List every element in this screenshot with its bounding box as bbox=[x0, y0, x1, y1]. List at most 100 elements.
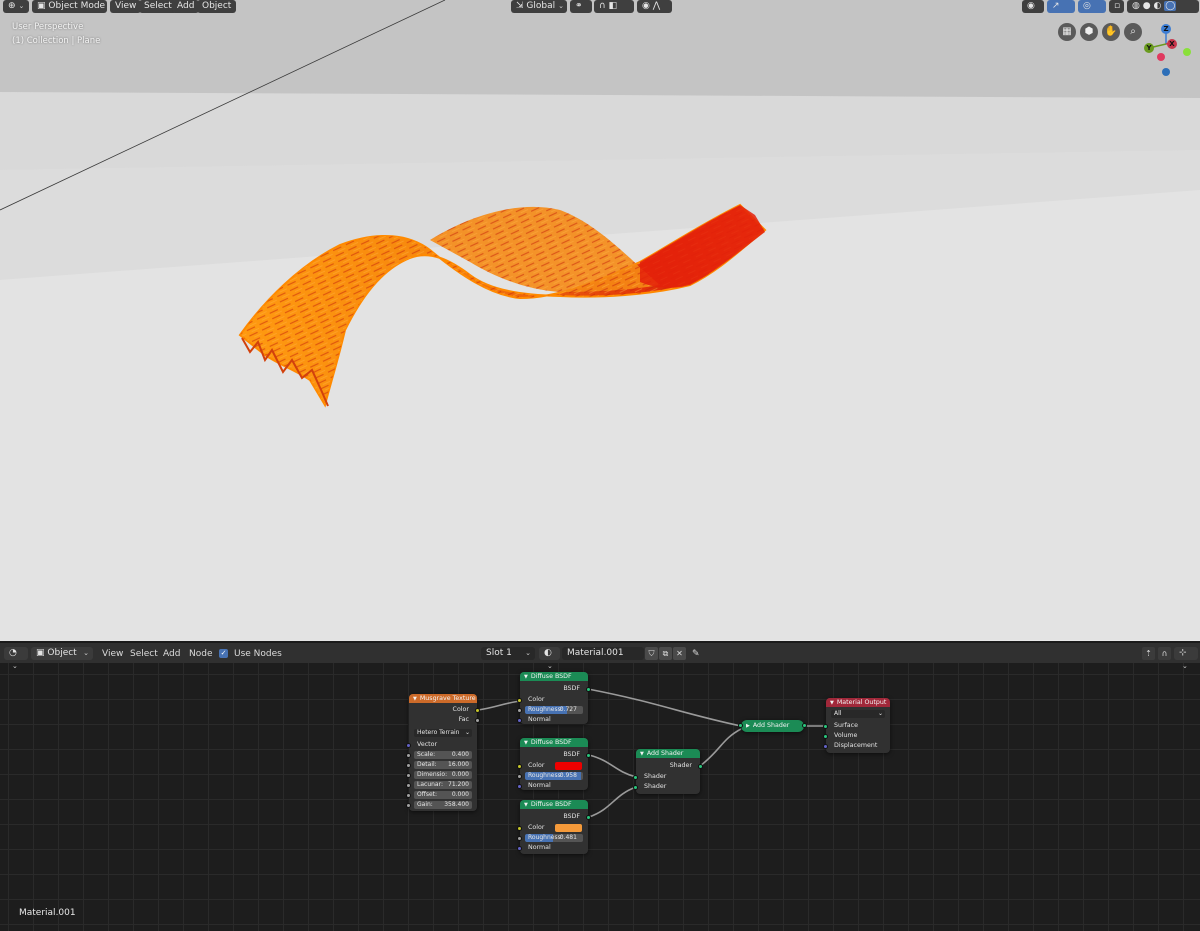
input-socket[interactable] bbox=[406, 753, 411, 758]
node-header[interactable]: ▼ Diffuse BSDF bbox=[520, 672, 588, 681]
input-socket[interactable] bbox=[633, 785, 638, 790]
input-socket[interactable] bbox=[406, 803, 411, 808]
input-socket[interactable] bbox=[517, 764, 522, 769]
output-socket[interactable] bbox=[802, 723, 807, 728]
input-socket[interactable] bbox=[406, 793, 411, 798]
gizmo-x-axis[interactable]: X bbox=[1167, 39, 1177, 49]
gain-field[interactable]: Gain: 358.400 bbox=[414, 801, 472, 809]
wireframe-shading-icon[interactable]: ◍ bbox=[1132, 1, 1140, 11]
node-header[interactable]: ▼ Diffuse BSDF bbox=[520, 738, 588, 747]
menu-view[interactable]: View bbox=[110, 0, 142, 13]
detail-field[interactable]: Detail: 16.000 bbox=[414, 761, 472, 769]
expand-icon[interactable]: ▶ bbox=[746, 723, 750, 729]
node-header[interactable]: ▼ Add Shader bbox=[636, 749, 700, 758]
collapse-icon[interactable]: ▼ bbox=[640, 751, 644, 757]
scale-field[interactable]: Scale: 0.400 bbox=[414, 751, 472, 759]
shader-node-editor[interactable]: ◔⌄ ▣ Object ⌄ View Select Add Node ✓ Use… bbox=[0, 641, 1200, 931]
input-socket[interactable] bbox=[406, 773, 411, 778]
input-socket[interactable] bbox=[633, 775, 638, 780]
hand-icon[interactable]: ✋ bbox=[1102, 23, 1120, 41]
orientation-select[interactable]: ⇲ Global ⌄ bbox=[511, 0, 567, 13]
collapse-icon[interactable]: ▼ bbox=[830, 700, 834, 706]
input-socket[interactable] bbox=[406, 743, 411, 748]
diffuse-bsdf-node[interactable]: ▼ Diffuse BSDF BSDF Color Roughness:0.958… bbox=[517, 738, 591, 790]
output-socket[interactable] bbox=[586, 815, 591, 820]
solid-shading-icon[interactable]: ● bbox=[1143, 1, 1151, 11]
input-socket[interactable] bbox=[517, 774, 522, 779]
material-output-node[interactable]: ▼ Material Output All ⌄ Surface Volume Di… bbox=[823, 698, 890, 753]
collapse-icon[interactable]: ▼ bbox=[413, 696, 417, 702]
collapse-icon[interactable]: ▼ bbox=[524, 674, 528, 680]
viewport-collection-label: (1) Collection | Plane bbox=[12, 36, 101, 46]
gizmo-z-axis[interactable]: Z bbox=[1161, 24, 1171, 34]
input-socket[interactable] bbox=[517, 784, 522, 789]
proportional-edit-button[interactable]: ◉ ⋀ bbox=[637, 0, 672, 13]
input-socket[interactable] bbox=[406, 783, 411, 788]
input-socket[interactable] bbox=[517, 718, 522, 723]
material-shading-icon[interactable]: ◐ bbox=[1153, 1, 1161, 11]
color-swatch[interactable] bbox=[555, 762, 582, 770]
input-socket[interactable] bbox=[823, 724, 828, 729]
collapse-icon[interactable]: ▼ bbox=[524, 802, 528, 808]
diffuse-bsdf-node[interactable]: ▼ Diffuse BSDF BSDF Color Roughness:0.727… bbox=[517, 672, 591, 724]
gizmo-toggle[interactable]: ↗ bbox=[1047, 0, 1075, 13]
input-socket[interactable] bbox=[738, 723, 743, 728]
roughness-slider[interactable]: Roughness:0.958 bbox=[525, 772, 583, 780]
node-header[interactable]: ▶ Add Shader bbox=[741, 720, 804, 732]
input-socket[interactable] bbox=[517, 836, 522, 841]
menu-object[interactable]: Object bbox=[197, 0, 237, 13]
grid-icon[interactable]: ▦ bbox=[1058, 23, 1076, 41]
rendered-shading-icon[interactable]: ◯ bbox=[1164, 1, 1177, 11]
input-socket[interactable] bbox=[406, 763, 411, 768]
node-header[interactable]: ▼ Diffuse BSDF bbox=[520, 800, 588, 809]
musgrave-texture-node[interactable]: ▼ Musgrave Texture Color Fac Hetero Terra… bbox=[406, 694, 480, 811]
output-socket[interactable] bbox=[586, 753, 591, 758]
gizmo-y-axis[interactable]: Y bbox=[1144, 43, 1154, 53]
roughness-slider[interactable]: Roughness:0.727 bbox=[525, 706, 583, 714]
field-value: 0.958 bbox=[559, 772, 577, 779]
dimension-field[interactable]: Dimensio: 0.000 bbox=[414, 771, 472, 779]
output-socket[interactable] bbox=[475, 708, 480, 713]
snap-settings-button[interactable]: ∩ ◧ bbox=[594, 0, 634, 13]
offset-field[interactable]: Offset: 0.000 bbox=[414, 791, 472, 799]
navigation-gizmo[interactable]: Z Y X bbox=[1135, 20, 1197, 80]
xray-toggle[interactable]: ▫ bbox=[1109, 0, 1124, 13]
lacunarity-field[interactable]: Lacunar: 71.200 bbox=[414, 781, 472, 789]
input-socket[interactable] bbox=[517, 698, 522, 703]
overlay-toggle[interactable]: ◎ bbox=[1078, 0, 1106, 13]
node-header[interactable]: ▼ Material Output bbox=[826, 698, 890, 707]
mode-select[interactable]: ▣ Object Mode⌄ bbox=[32, 0, 114, 13]
input-normal-label: Normal bbox=[528, 782, 551, 789]
color-swatch[interactable] bbox=[555, 824, 582, 832]
gizmo-neg-x-axis[interactable] bbox=[1183, 48, 1191, 56]
output-target-select[interactable]: All ⌄ bbox=[831, 710, 885, 718]
collapse-icon[interactable]: ▼ bbox=[524, 740, 528, 746]
output-bsdf-label: BSDF bbox=[563, 751, 580, 758]
editor-type-button[interactable]: ⊕ ⌄ bbox=[3, 0, 29, 13]
gizmo-neg-y-axis[interactable] bbox=[1157, 53, 1165, 61]
camera-icon[interactable]: ⬢ bbox=[1080, 23, 1098, 41]
output-socket[interactable] bbox=[475, 718, 480, 723]
snap-button[interactable]: ⚭ bbox=[570, 0, 592, 13]
output-socket[interactable] bbox=[586, 687, 591, 692]
node-header[interactable]: ▼ Musgrave Texture bbox=[409, 694, 477, 703]
output-socket[interactable] bbox=[698, 764, 703, 769]
input-socket[interactable] bbox=[517, 826, 522, 831]
visibility-button[interactable]: ◉ bbox=[1022, 0, 1044, 13]
input-socket[interactable] bbox=[823, 744, 828, 749]
musgrave-type-select[interactable]: Hetero Terrain ⌄ bbox=[414, 729, 472, 737]
input-socket[interactable] bbox=[823, 734, 828, 739]
input-socket[interactable] bbox=[517, 708, 522, 713]
menu-add[interactable]: Add bbox=[172, 0, 200, 13]
roughness-slider[interactable]: Roughness:0.481 bbox=[525, 834, 583, 842]
add-shader-node[interactable]: ▼ Add Shader Shader Shader Shader bbox=[633, 749, 703, 794]
add-shader-node-collapsed[interactable]: ▶ Add Shader bbox=[738, 720, 807, 732]
node-title: Musgrave Texture bbox=[419, 695, 476, 702]
3d-viewport[interactable]: ⊕⌄ ▣ Object Mode⌄ View Select Add Object… bbox=[0, 0, 1200, 641]
chevron-down-icon: ⌄ bbox=[558, 2, 565, 10]
input-socket[interactable] bbox=[517, 846, 522, 851]
gizmo-neg-z-axis[interactable] bbox=[1162, 68, 1170, 76]
input-displacement-label: Displacement bbox=[834, 742, 878, 749]
field-value: 71.200 bbox=[448, 781, 469, 788]
diffuse-bsdf-node[interactable]: ▼ Diffuse BSDF BSDF Color Roughness:0.481… bbox=[517, 800, 591, 854]
